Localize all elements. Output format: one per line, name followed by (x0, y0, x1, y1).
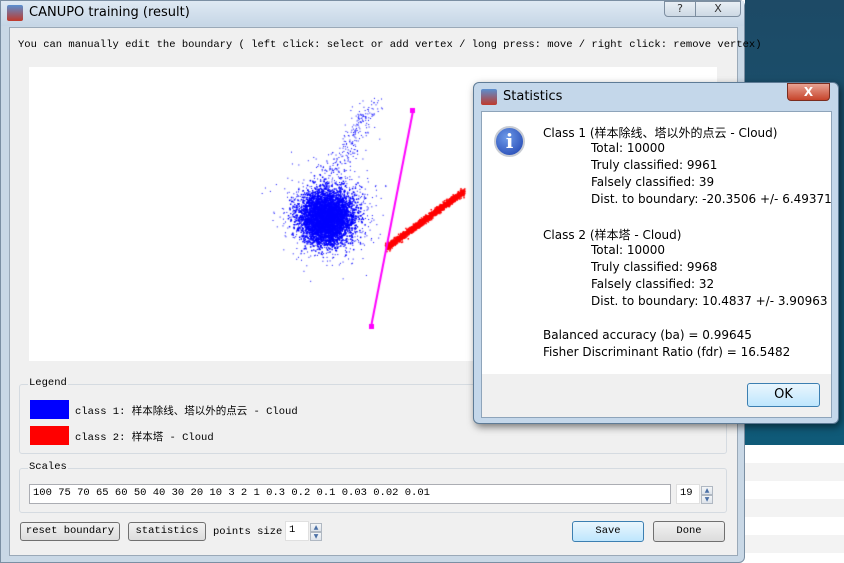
instructions-text: You can manually edit the boundary ( lef… (18, 39, 762, 51)
window-title: CANUPO training (result) (29, 5, 190, 20)
reset-boundary-button[interactable]: reset boundary (20, 522, 120, 541)
statistics-dialog: Statistics X i Class 1 (样本除线、塔以外的点云 - Cl… (473, 82, 839, 424)
dialog-app-icon (481, 89, 497, 105)
scales-count[interactable]: 19 (676, 484, 700, 504)
legend-title: Legend (28, 377, 68, 389)
class1-dist: Dist. to boundary: -20.3506 +/- 6.49371 (591, 192, 832, 206)
points-size-input[interactable]: 1 (285, 521, 309, 541)
done-button[interactable]: Done (653, 521, 725, 542)
fisher-ratio: Fisher Discriminant Ratio (fdr) = 16.548… (543, 345, 791, 359)
scales-input[interactable]: 100 75 70 65 60 50 40 30 20 10 3 2 1 0.3… (29, 484, 671, 504)
points-size-down-icon[interactable]: ▼ (310, 532, 322, 541)
ok-button[interactable]: OK (747, 383, 820, 407)
points-size-label: points size (213, 526, 283, 538)
class1-falsely: Falsely classified: 39 (591, 175, 715, 189)
info-icon: i (494, 126, 525, 157)
class2-swatch (30, 426, 69, 445)
scales-up-icon[interactable]: ▲ (701, 486, 713, 495)
statistics-button[interactable]: statistics (128, 522, 206, 541)
class2-dist: Dist. to boundary: 10.4837 +/- 3.90963 (591, 294, 828, 308)
points-size-up-icon[interactable]: ▲ (310, 523, 322, 532)
class1-truly: Truly classified: 9961 (591, 158, 718, 172)
class2-total: Total: 10000 (591, 243, 666, 257)
dialog-body: i Class 1 (样本除线、塔以外的点云 - Cloud) Total: 1… (481, 111, 832, 418)
class1-swatch (30, 400, 69, 419)
class2-heading: Class 2 (样本塔 - Cloud) (543, 228, 682, 242)
help-button[interactable]: ? (664, 1, 696, 17)
dialog-message-area: i Class 1 (样本除线、塔以外的点云 - Cloud) Total: 1… (482, 112, 832, 374)
scales-title: Scales (28, 461, 68, 473)
class1-heading: Class 1 (样本除线、塔以外的点云 - Cloud) (543, 126, 778, 140)
class2-legend-label: class 2: 样本塔 - Cloud (75, 432, 214, 444)
save-button[interactable]: Save (572, 521, 644, 542)
background-list (745, 445, 844, 563)
class2-truly: Truly classified: 9968 (591, 260, 718, 274)
balanced-accuracy: Balanced accuracy (ba) = 0.99645 (543, 328, 752, 342)
scales-down-icon[interactable]: ▼ (701, 495, 713, 504)
dialog-title: Statistics (503, 89, 563, 104)
title-bar[interactable]: CANUPO training (result) ? X (1, 1, 744, 26)
dialog-close-button[interactable]: X (787, 83, 830, 101)
app-icon (7, 5, 23, 21)
class1-total: Total: 10000 (591, 141, 666, 155)
close-button[interactable]: X (695, 1, 741, 17)
class2-falsely: Falsely classified: 32 (591, 277, 715, 291)
class1-legend-label: class 1: 样本除线、塔以外的点云 - Cloud (75, 406, 298, 418)
